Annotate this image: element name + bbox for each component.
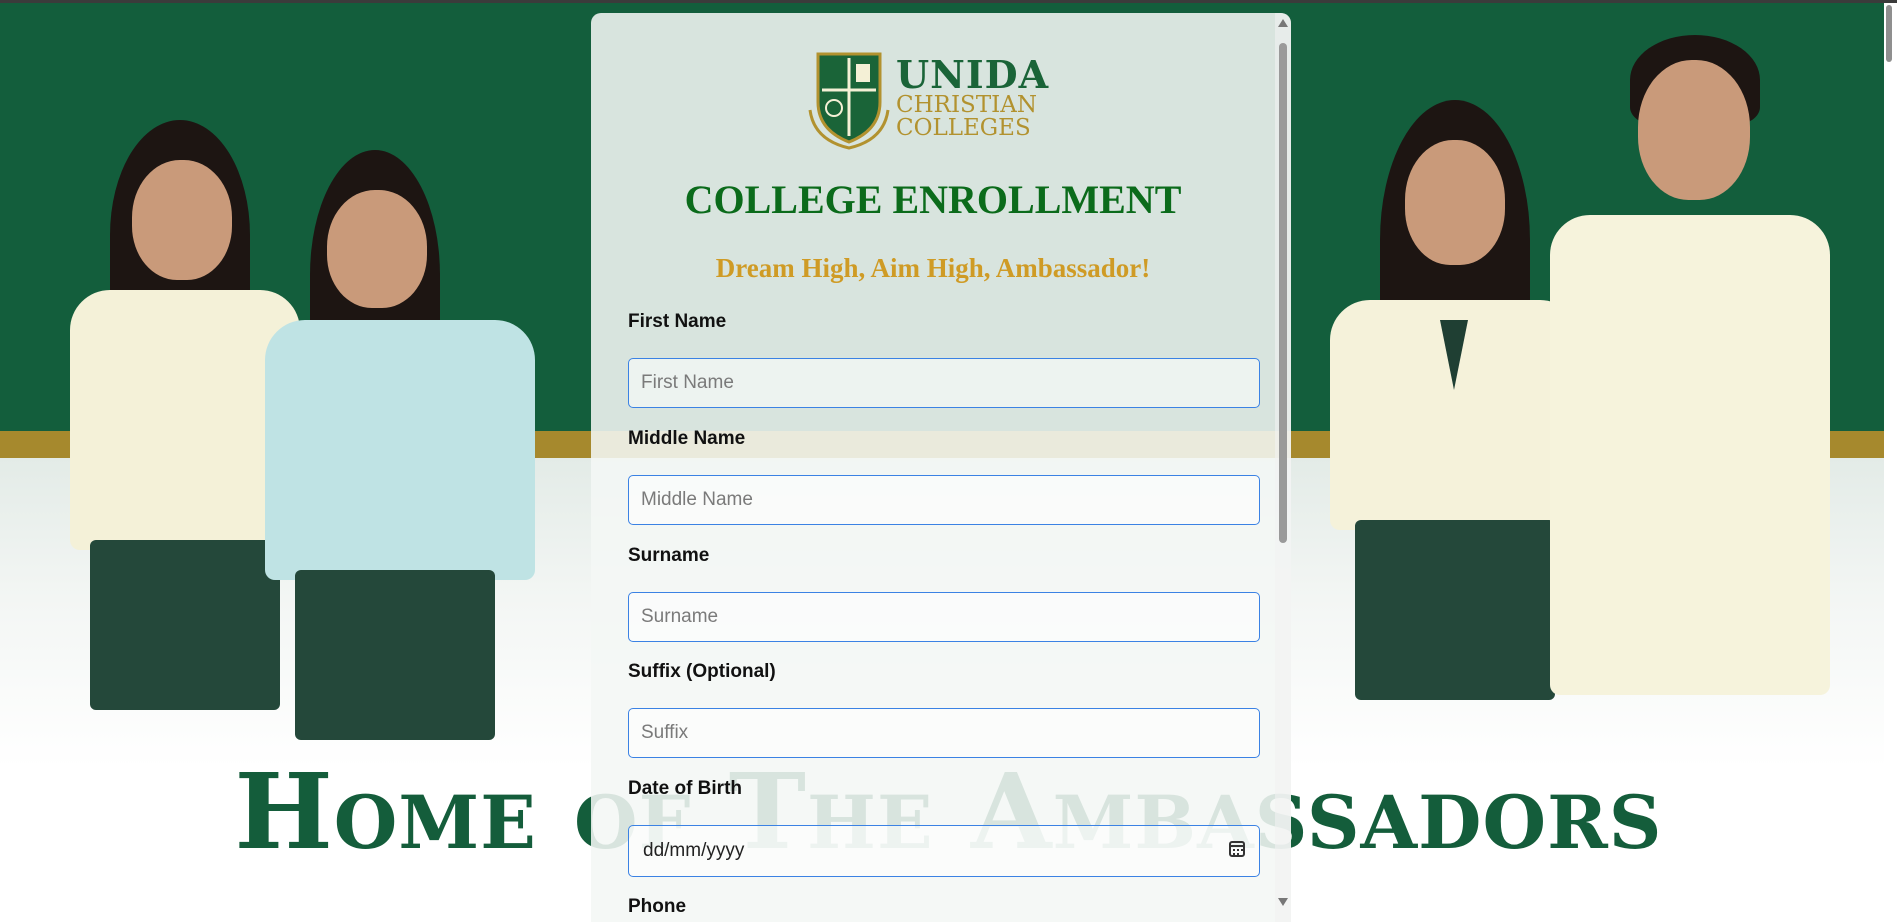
logo-line-3: COLLEGES <box>896 115 1031 141</box>
surname-label: Surname <box>628 545 710 566</box>
date-of-birth-input[interactable]: dd/mm/yyyy <box>628 825 1260 877</box>
enrollment-form-panel: UNIDA CHRISTIAN COLLEGES COLLEGE ENROLLM… <box>591 13 1291 922</box>
logo-line-1: UNIDA <box>896 52 1050 97</box>
calendar-icon[interactable] <box>1229 841 1245 857</box>
first-name-input[interactable] <box>628 358 1260 408</box>
date-of-birth-label: Date of Birth <box>628 778 742 799</box>
scroll-up-icon[interactable] <box>1278 19 1288 27</box>
student-photo-2 <box>265 150 535 770</box>
surname-input[interactable] <box>628 592 1260 642</box>
suffix-input[interactable] <box>628 708 1260 758</box>
form-tagline: Dream High, Aim High, Ambassador! <box>715 253 1151 283</box>
logo-line-2: CHRISTIAN <box>896 92 1037 118</box>
logo-wordmark: UNIDA CHRISTIAN COLLEGES <box>896 56 1049 140</box>
middle-name-label: Middle Name <box>628 428 746 449</box>
school-logo: UNIDA CHRISTIAN COLLEGES <box>806 50 1066 150</box>
date-of-birth-value: dd/mm/yyyy <box>643 840 745 861</box>
student-photo-4 <box>1550 35 1830 715</box>
form-scrollbar-thumb[interactable] <box>1279 43 1287 543</box>
crest-icon <box>808 52 890 150</box>
first-name-label: First Name <box>628 311 727 332</box>
form-scrollbar[interactable] <box>1275 13 1291 922</box>
page-scrollbar-thumb[interactable] <box>1886 5 1892 62</box>
form-title: COLLEGE ENROLLMENT <box>684 177 1182 222</box>
suffix-label: Suffix (Optional) <box>628 661 776 682</box>
scroll-down-icon[interactable] <box>1278 898 1288 906</box>
student-photo-3 <box>1330 100 1580 720</box>
phone-label: Phone <box>628 896 687 917</box>
page-scrollbar[interactable] <box>1884 3 1897 922</box>
middle-name-input[interactable] <box>628 475 1260 525</box>
